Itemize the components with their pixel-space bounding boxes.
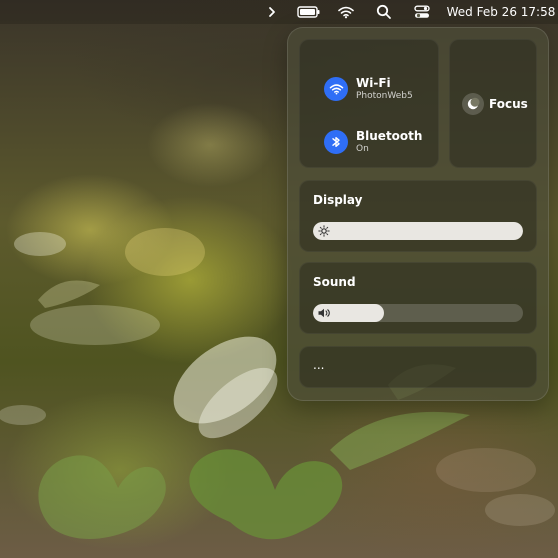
sound-label: Sound bbox=[313, 275, 356, 289]
more-tile[interactable]: ... bbox=[299, 346, 537, 388]
bluetooth-icon bbox=[324, 130, 348, 154]
volume-icon bbox=[317, 306, 331, 320]
wifi-row[interactable]: Wi-Fi PhotonWeb5 bbox=[324, 76, 413, 102]
bluetooth-title: Bluetooth bbox=[356, 128, 423, 143]
wifi-icon[interactable] bbox=[335, 0, 357, 24]
bluetooth-row[interactable]: Bluetooth On bbox=[324, 129, 422, 155]
wifi-text: Wi-Fi PhotonWeb5 bbox=[356, 77, 413, 101]
desktop-screen: Wed Feb 26 17:58 Wi-Fi PhotonWeb5 Blueto… bbox=[0, 0, 558, 558]
bluetooth-status: On bbox=[356, 143, 369, 154]
control-center-panel: Wi-Fi PhotonWeb5 Bluetooth On Focus Disp… bbox=[287, 27, 549, 401]
focus-button[interactable]: Focus bbox=[462, 93, 528, 115]
moon-icon bbox=[462, 93, 484, 115]
focus-label: Focus bbox=[489, 97, 528, 111]
more-label: ... bbox=[313, 358, 325, 372]
wifi-title: Wi-Fi bbox=[356, 75, 391, 90]
brightness-icon bbox=[317, 224, 331, 238]
search-icon[interactable] bbox=[374, 0, 394, 24]
menu-bar: Wed Feb 26 17:58 bbox=[0, 0, 558, 24]
control-center-icon[interactable] bbox=[412, 0, 432, 24]
wifi-icon bbox=[324, 77, 348, 101]
display-slider-fill bbox=[313, 222, 523, 240]
wifi-network-name: PhotonWeb5 bbox=[356, 90, 413, 101]
sound-tile: Sound bbox=[299, 262, 537, 334]
chevron-right-icon[interactable] bbox=[264, 0, 280, 24]
bluetooth-text: Bluetooth On bbox=[356, 130, 422, 154]
display-brightness-slider[interactable] bbox=[313, 222, 523, 240]
network-tile: Wi-Fi PhotonWeb5 Bluetooth On bbox=[299, 39, 439, 168]
battery-icon[interactable] bbox=[296, 0, 322, 24]
volume-slider[interactable] bbox=[313, 304, 523, 322]
display-label: Display bbox=[313, 193, 363, 207]
display-tile: Display bbox=[299, 180, 537, 252]
clock-label: Wed Feb 26 17:58 bbox=[446, 5, 556, 19]
